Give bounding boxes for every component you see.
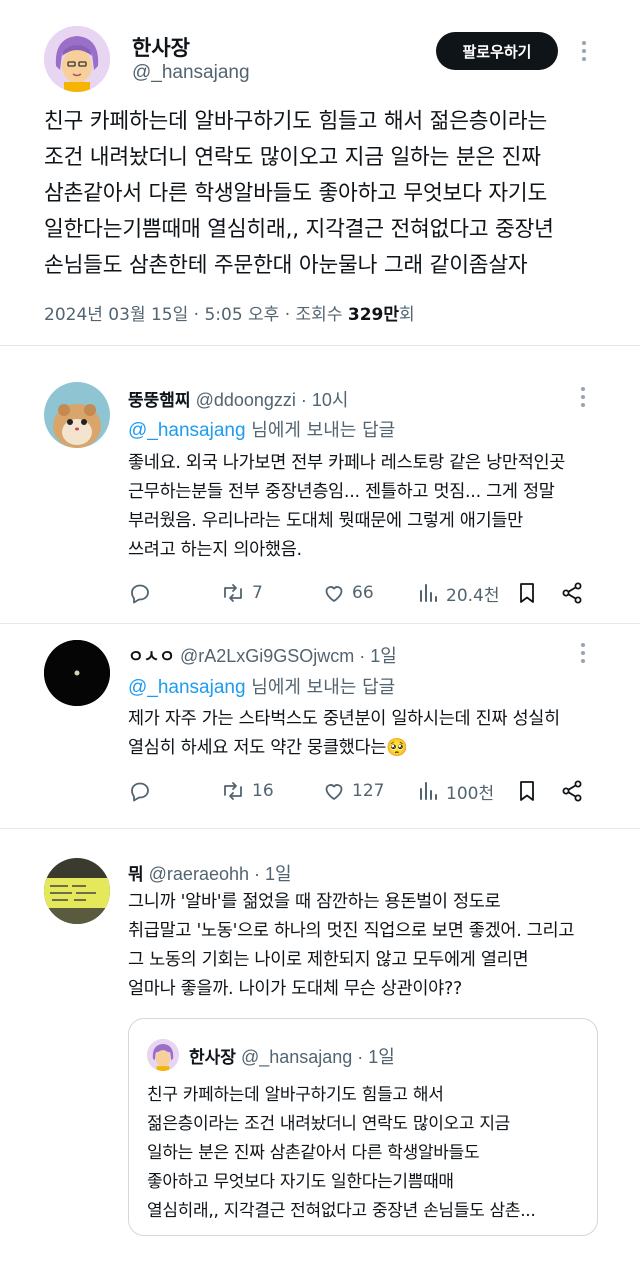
like-button[interactable]: 66 — [322, 578, 374, 608]
retweet-button[interactable]: 16 — [220, 776, 274, 806]
reply-to-suffix: 님에게 보내는 답글 — [245, 420, 396, 441]
reply-handle-time[interactable]: @ddoongzzi · 10시 — [196, 390, 349, 410]
avatar — [147, 1039, 179, 1071]
reply-to-mention[interactable]: @_hansajang — [128, 677, 246, 698]
heart-icon — [325, 586, 343, 602]
more-vertical-icon[interactable] — [573, 640, 593, 666]
author-name[interactable]: 한사장 — [132, 32, 190, 62]
like-button[interactable]: 127 — [322, 776, 384, 806]
share-icon — [562, 582, 582, 604]
retweet-count: 16 — [252, 781, 274, 801]
bar-chart-icon — [420, 584, 437, 602]
reply-to-suffix: 님에게 보내는 답글 — [245, 677, 396, 698]
action-bar: 7 66 20.4천 — [128, 578, 598, 608]
retweet-icon — [224, 584, 242, 602]
avatar[interactable] — [44, 858, 110, 924]
like-count: 66 — [352, 583, 374, 603]
reply-header: 뚱뚱햄찌 @ddoongzzi · 10시 — [128, 386, 349, 412]
bar-chart-icon — [420, 782, 437, 800]
reply-author-name[interactable]: 뚱뚱햄찌 — [128, 391, 191, 411]
retweet-count: 7 — [252, 583, 263, 603]
view-count: 20.4천 — [446, 585, 500, 606]
view-count: 100천 — [446, 783, 495, 804]
divider — [0, 623, 640, 624]
main-tweet: 한사장 @_hansajang 팔로우하기 친구 카페하는데 알바구하기도 힘들… — [0, 0, 640, 345]
reply-text: 좋네요. 외국 나가보면 전부 카페나 레스토랑 같은 낭만적인곳 근무하는분들… — [128, 453, 566, 560]
more-vertical-icon[interactable] — [574, 38, 594, 64]
reply-header: ㅇㅅㅇ @rA2LxGi9GSOjwcm · 1일 — [128, 642, 397, 668]
reply-button[interactable] — [128, 578, 152, 608]
bookmark-icon — [520, 583, 534, 603]
view-suffix: 회 — [399, 305, 415, 325]
views-button[interactable]: 20.4천 — [418, 578, 500, 608]
heart-icon — [325, 784, 343, 800]
bookmark-icon — [520, 781, 534, 801]
avatar[interactable] — [44, 26, 110, 92]
like-count: 127 — [352, 781, 385, 801]
reply-author-name[interactable]: ㅇㅅㅇ — [128, 647, 175, 667]
bookmark-button[interactable] — [516, 578, 538, 608]
tweet-meta: 2024년 03월 15일 · 5:05 오후 · 조회수 329만회 — [44, 300, 415, 325]
action-bar: 16 127 100천 — [128, 776, 598, 806]
view-count: 329만 — [347, 305, 400, 325]
reply-to-mention[interactable]: @_hansajang — [128, 420, 246, 441]
timestamp[interactable]: 2024년 03월 15일 · 5:05 오후 · 조회수 — [44, 305, 348, 325]
reply-button[interactable] — [128, 776, 152, 806]
reply-handle-time[interactable]: @raeraeohh · 1일 — [149, 864, 292, 884]
reply-to-line: @_hansajang 님에게 보내는 답글 — [128, 673, 395, 699]
reply-text: 제가 자주 가는 스타벅스도 중년분이 일하시는데 진짜 성실히 열심히 하세요… — [128, 709, 560, 758]
quote-text: 친구 카페하는데 알바구하기도 힘들고 해서 젊은층이라는 조건 내려놨더니 연… — [147, 1085, 536, 1221]
reply-author-name[interactable]: 뭐 — [128, 865, 144, 885]
divider — [0, 828, 640, 829]
retweet-button[interactable]: 7 — [220, 578, 263, 608]
more-vertical-icon[interactable] — [573, 384, 593, 410]
quote-handle-time: @_hansajang · 1일 — [240, 1047, 395, 1067]
tweet-text: 친구 카페하는데 알바구하기도 힘들고 해서 젊은층이라는 조건 내려놨더니 연… — [44, 109, 554, 278]
share-button[interactable] — [560, 578, 584, 608]
views-button[interactable]: 100천 — [418, 776, 494, 806]
reply-handle-time[interactable]: @rA2LxGi9GSOjwcm · 1일 — [180, 646, 397, 666]
speech-bubble-icon — [131, 584, 149, 604]
author-handle[interactable]: @_hansajang — [132, 62, 250, 84]
follow-button[interactable]: 팔로우하기 — [436, 32, 558, 70]
avatar[interactable] — [44, 382, 110, 448]
reply-to-line: @_hansajang 님에게 보내는 답글 — [128, 416, 395, 442]
share-button[interactable] — [560, 776, 584, 806]
reply-text: 그니까 '알바'를 젊었을 때 잠깐하는 용돈벌이 정도로 취급말고 '노동'으… — [128, 892, 575, 999]
share-icon — [562, 780, 582, 802]
avatar[interactable] — [44, 640, 110, 706]
quote-author-name: 한사장 — [189, 1048, 236, 1068]
retweet-icon — [224, 782, 242, 800]
bookmark-button[interactable] — [516, 776, 538, 806]
divider — [0, 345, 640, 346]
reply-header: 뭐 @raeraeohh · 1일 — [128, 860, 292, 886]
speech-bubble-icon — [131, 782, 149, 802]
quoted-tweet-card[interactable]: 한사장 @_hansajang · 1일 친구 카페하는데 알바구하기도 힘들고… — [128, 1018, 598, 1236]
quote-header: 한사장 @_hansajang · 1일 — [189, 1043, 395, 1069]
